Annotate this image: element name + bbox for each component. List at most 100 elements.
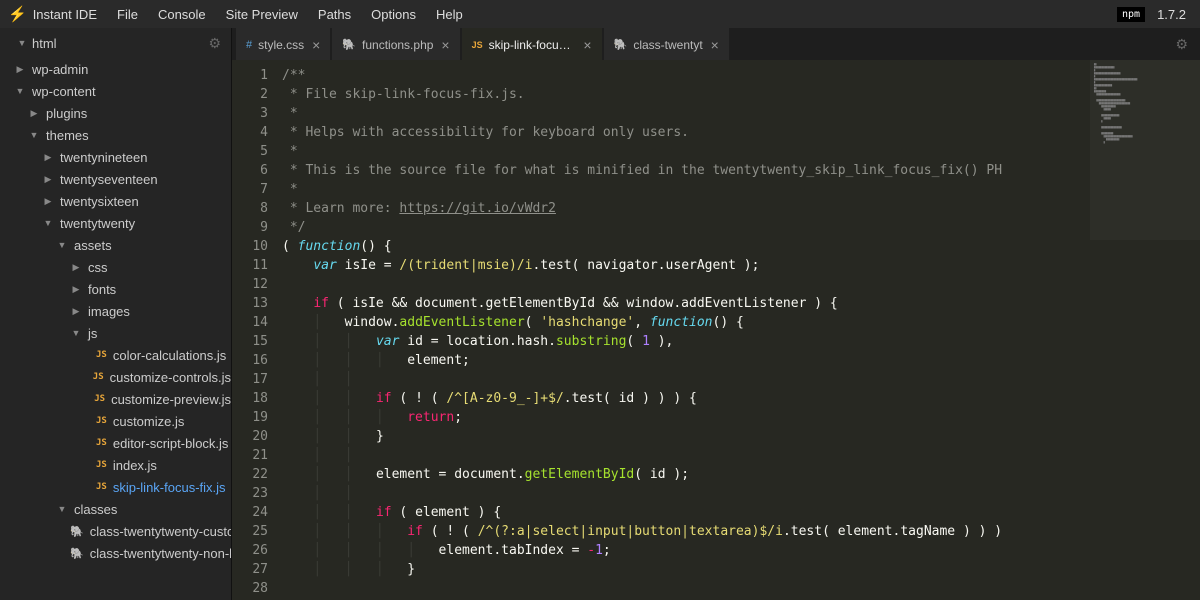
tree-item-wp-admin[interactable]: ▶wp-admin <box>0 58 231 80</box>
line-gutter: 1234567891011121314151617181920212223242… <box>232 60 282 600</box>
chevron-down-icon[interactable]: ▼ <box>56 504 68 514</box>
line-number: 8 <box>232 199 268 218</box>
tree-item-skip-link-focus-fix-js[interactable]: JS skip-link-focus-fix.js <box>0 476 231 498</box>
tree-item-label: twentynineteen <box>60 150 147 165</box>
line-number: 26 <box>232 541 268 560</box>
menu-console[interactable]: Console <box>158 7 206 22</box>
chevron-right-icon[interactable]: ▶ <box>28 108 40 119</box>
line-number: 4 <box>232 123 268 142</box>
tree-item-twentytwenty[interactable]: ▼ twentytwenty <box>0 212 231 234</box>
editor-area: #style.css×🐘functions.php×JSskip-link-fo… <box>232 28 1200 600</box>
line-number: 27 <box>232 560 268 579</box>
app-title: Instant IDE <box>33 7 97 22</box>
php-icon: 🐘 <box>342 38 356 51</box>
tree-item-js[interactable]: ▼js <box>0 322 231 344</box>
close-icon[interactable]: × <box>583 38 591 52</box>
chevron-right-icon[interactable]: ▶ <box>42 196 54 207</box>
tree-item-assets[interactable]: ▼ assets <box>0 234 231 256</box>
npm-badge[interactable]: npm <box>1117 7 1145 22</box>
version-label: 1.7.2 <box>1157 7 1186 22</box>
tab-class-twentyt[interactable]: 🐘class-twentyt× <box>604 28 729 60</box>
gear-icon[interactable]: ⚙ <box>1175 36 1188 53</box>
tree-item-css[interactable]: ▶ css <box>0 256 231 278</box>
menubar: ⚡ Instant IDE FileConsoleSite PreviewPat… <box>0 0 1200 28</box>
php-icon: 🐘 <box>70 547 84 560</box>
tab-functions-php[interactable]: 🐘 functions.php × <box>332 28 459 60</box>
chevron-down-icon[interactable]: ▼ <box>14 86 26 96</box>
tree-item-color-calculations-js[interactable]: JScolor-calculations.js <box>0 344 231 366</box>
chevron-down-icon[interactable]: ▼ <box>16 38 28 48</box>
line-number: 16 <box>232 351 268 370</box>
php-icon: 🐘 <box>70 525 84 538</box>
tree-item-label: twentyseventeen <box>60 172 158 187</box>
js-icon: JS <box>96 438 107 448</box>
line-number: 21 <box>232 446 268 465</box>
tree-item-themes[interactable]: ▼themes <box>0 124 231 146</box>
chevron-right-icon[interactable]: ▶ <box>70 306 82 317</box>
tree-item-fonts[interactable]: ▶fonts <box>0 278 231 300</box>
tab-bar: #style.css×🐘functions.php×JSskip-link-fo… <box>232 28 1200 60</box>
tab-skip-link-focus-fix[interactable]: JSskip-link-focus-fix× <box>462 28 602 60</box>
tree-item-class-twentytwenty-customize[interactable]: 🐘class-twentytwenty-customize <box>0 520 231 542</box>
tree-item-images[interactable]: ▶ images <box>0 300 231 322</box>
js-icon: JS <box>96 482 107 492</box>
tree-item-classes[interactable]: ▼ classes <box>0 498 231 520</box>
tree-item-editor-script-block-js[interactable]: JSeditor-script-block.js <box>0 432 231 454</box>
chevron-right-icon[interactable]: ▶ <box>70 262 82 273</box>
line-number: 18 <box>232 389 268 408</box>
tree-item-label: twentysixteen <box>60 194 139 209</box>
line-number: 9 <box>232 218 268 237</box>
chevron-right-icon[interactable]: ▶ <box>42 174 54 185</box>
line-number: 2 <box>232 85 268 104</box>
line-number: 1 <box>232 66 268 85</box>
menu-file[interactable]: File <box>117 7 138 22</box>
line-number: 14 <box>232 313 268 332</box>
code-editor[interactable]: /** * File skip-link-focus-fix.js. * * H… <box>282 60 1200 600</box>
close-icon[interactable]: × <box>312 38 320 52</box>
menu-help[interactable]: Help <box>436 7 463 22</box>
menu-paths[interactable]: Paths <box>318 7 351 22</box>
tree-item-customize-js[interactable]: JScustomize.js <box>0 410 231 432</box>
tree-item-twentynineteen[interactable]: ▶ twentynineteen <box>0 146 231 168</box>
line-number: 10 <box>232 237 268 256</box>
line-number: 5 <box>232 142 268 161</box>
line-number: 6 <box>232 161 268 180</box>
tree-item-class-twentytwenty-non-latin-[interactable]: 🐘class-twentytwenty-non-latin- <box>0 542 231 564</box>
tree-item-twentysixteen[interactable]: ▶ twentysixteen <box>0 190 231 212</box>
tree-item-customize-controls-js[interactable]: JS customize-controls.js <box>0 366 231 388</box>
chevron-right-icon[interactable]: ▶ <box>70 284 82 295</box>
close-icon[interactable]: × <box>441 38 449 52</box>
tree-item-label: classes <box>74 502 117 517</box>
tree-item-label: customize-controls.js <box>110 370 231 385</box>
tree-item-label: assets <box>74 238 112 253</box>
tree-item-wp-content[interactable]: ▼wp-content <box>0 80 231 102</box>
chevron-down-icon[interactable]: ▼ <box>28 130 40 140</box>
tree-item-plugins[interactable]: ▶plugins <box>0 102 231 124</box>
menu-options[interactable]: Options <box>371 7 416 22</box>
menu-site-preview[interactable]: Site Preview <box>226 7 298 22</box>
chevron-down-icon[interactable]: ▼ <box>42 218 54 228</box>
tree-item-label: images <box>88 304 130 319</box>
close-icon[interactable]: × <box>711 38 719 52</box>
tree-item-label: css <box>88 260 108 275</box>
tree-item-index-js[interactable]: JSindex.js <box>0 454 231 476</box>
tree-item-label: color-calculations.js <box>113 348 226 363</box>
sidebar-root-label[interactable]: html <box>32 36 57 51</box>
gear-icon[interactable]: ⚙ <box>208 35 221 52</box>
tree-item-twentyseventeen[interactable]: ▶ twentyseventeen <box>0 168 231 190</box>
chevron-down-icon[interactable]: ▼ <box>70 328 82 338</box>
tab-style-css[interactable]: #style.css× <box>236 28 330 60</box>
line-number: 24 <box>232 503 268 522</box>
tree-item-customize-preview-js[interactable]: JScustomize-preview.js <box>0 388 231 410</box>
chevron-right-icon[interactable]: ▶ <box>14 64 26 75</box>
tree-item-label: customize-preview.js <box>111 392 231 407</box>
css-icon: # <box>246 39 252 51</box>
tab-label: functions.php <box>362 38 433 52</box>
tree-item-label: twentytwenty <box>60 216 135 231</box>
js-icon: JS <box>93 372 104 382</box>
tree-item-label: skip-link-focus-fix.js <box>113 480 226 495</box>
chevron-down-icon[interactable]: ▼ <box>56 240 68 250</box>
chevron-right-icon[interactable]: ▶ <box>42 152 54 163</box>
minimap[interactable]: ██ █████████████████ █ █████████████████… <box>1090 60 1200 240</box>
php-icon: 🐘 <box>614 38 628 51</box>
